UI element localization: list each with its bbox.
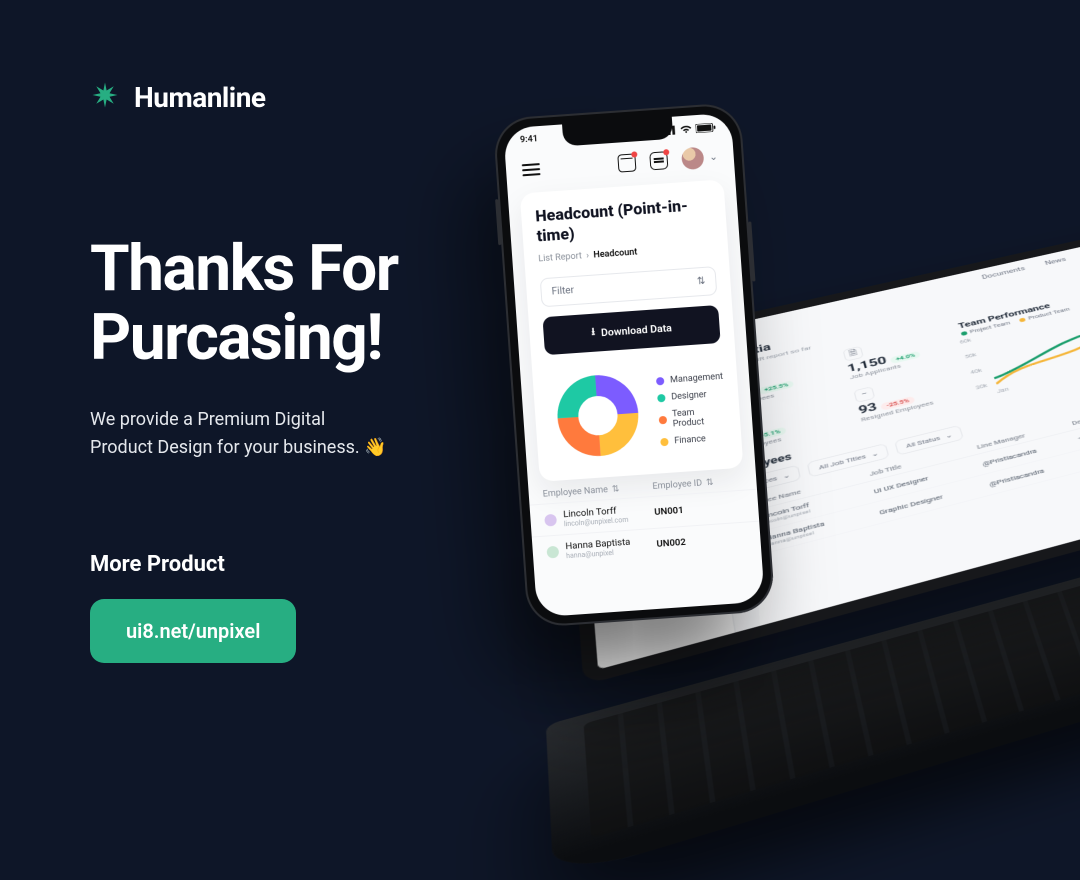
headline-line1: Thanks For: [90, 231, 398, 306]
status-time: 9:41: [520, 134, 539, 145]
legend-swatch-icon: [660, 437, 669, 446]
cta-button[interactable]: ui8.net/unpixel: [90, 599, 296, 663]
mail-icon[interactable]: [617, 153, 636, 172]
legend-swatch-icon: [659, 415, 667, 424]
legend-swatch-icon: [657, 393, 666, 402]
legend-designer: Designer: [671, 390, 707, 402]
brand-name: Humanline: [134, 81, 266, 114]
breadcrumb-leaf: Headcount: [593, 248, 638, 261]
chat-icon[interactable]: [649, 151, 668, 170]
row-id: UN001: [654, 501, 745, 518]
legend-team-product: Team Product: [672, 405, 727, 429]
download-icon: ⭳: [591, 324, 596, 342]
asterisk-icon: [90, 80, 120, 114]
filter-input[interactable]: Filter ⇅: [540, 266, 718, 307]
legend-finance: Finance: [674, 434, 706, 446]
donut-legend: Management Designer Team Product Finance: [656, 371, 728, 447]
legend-swatch-icon: [656, 376, 665, 385]
subtext-line2: Product Design for your business. 👋: [90, 437, 387, 458]
col-employee-id[interactable]: Employee ID ⇅: [652, 476, 742, 492]
avatar[interactable]: [681, 147, 704, 170]
legend-dot-icon: [961, 331, 968, 336]
battery-icon: [696, 122, 716, 132]
headline-line2: Purcasing!: [90, 300, 382, 375]
sort-icon: ⇅: [612, 484, 620, 495]
y-tick: 50k: [964, 352, 977, 360]
download-label: Download Data: [601, 321, 673, 339]
topnav-news[interactable]: News: [1044, 257, 1067, 267]
sort-icon: ⇅: [706, 478, 714, 489]
legend-dot-icon: [1019, 318, 1026, 323]
avatar: [546, 545, 559, 558]
filter-label: Filter: [551, 285, 574, 298]
hamburger-icon[interactable]: [522, 163, 541, 176]
subtext-line1: We provide a Premium Digital: [90, 409, 325, 430]
breadcrumb-root[interactable]: List Report: [538, 251, 582, 264]
mobile-report-card: Headcount (Point-in-time) List Report › …: [520, 179, 744, 482]
chevron-down-icon[interactable]: ⌄: [709, 151, 718, 163]
phone-mockup: 9:41 ⌄: [493, 102, 776, 628]
y-tick: 60k: [959, 337, 972, 345]
donut-chart-icon: [546, 360, 650, 471]
device-mockups: Documents News Payslip Report Humanline …: [480, 60, 1080, 840]
notification-dot-icon: [631, 151, 637, 157]
wifi-icon: [679, 124, 692, 134]
mobile-title: Headcount (Point-in-time): [535, 194, 713, 246]
notification-dot-icon: [663, 149, 669, 155]
y-tick: 40k: [970, 367, 983, 375]
download-button[interactable]: ⭳ Download Data: [542, 305, 720, 355]
avatar: [544, 513, 557, 526]
legend-management: Management: [670, 371, 724, 385]
breadcrumb: List Report › Headcount: [538, 242, 714, 264]
y-tick: 30k: [975, 383, 988, 391]
row-id: UN002: [656, 533, 747, 550]
sliders-icon: ⇅: [697, 276, 706, 288]
